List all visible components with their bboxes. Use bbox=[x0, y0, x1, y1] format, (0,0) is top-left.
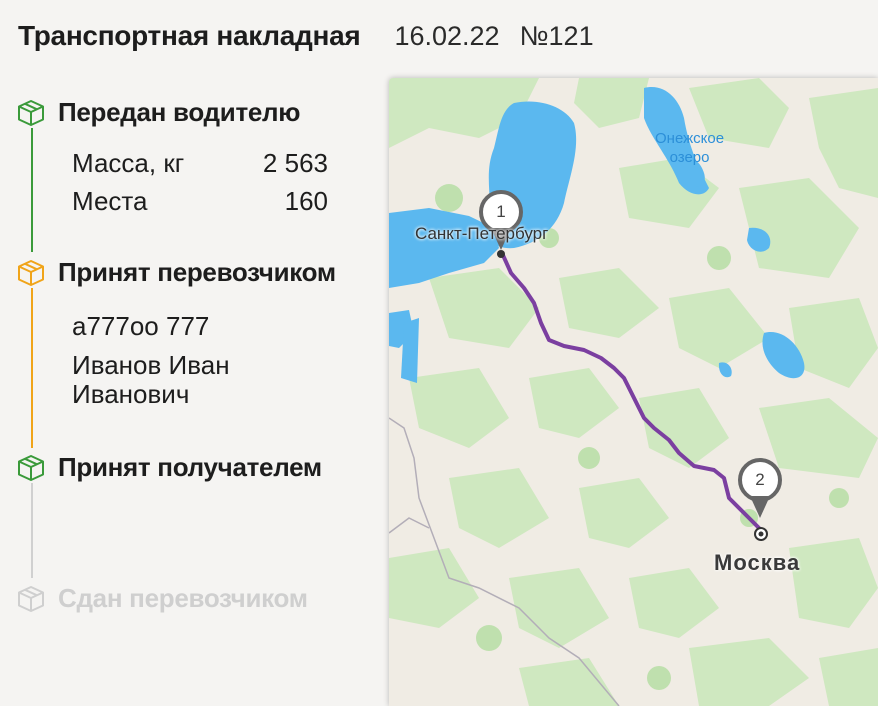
map-canvas bbox=[389, 78, 878, 706]
places-value: 160 bbox=[284, 186, 328, 216]
lake-label: Онежское озеро bbox=[655, 129, 724, 167]
cargo-places-row: Места 160 bbox=[72, 186, 328, 217]
status-label: Передан водителю bbox=[58, 97, 301, 127]
status-label: Принят перевозчиком bbox=[58, 257, 336, 287]
status-step-recipient: Принят получателем bbox=[16, 452, 322, 483]
document-date: 16.02.22 bbox=[394, 21, 500, 51]
carrier-driver-line2: Иванович bbox=[72, 379, 190, 409]
document-number: №121 bbox=[519, 21, 594, 51]
status-step-driver: Передан водителю bbox=[16, 97, 300, 128]
status-label: Сдан перевозчиком bbox=[58, 583, 308, 613]
timeline-line-orange bbox=[31, 288, 33, 448]
city-label-to: Москва bbox=[714, 550, 801, 575]
city-label-from: Санкт-Петербург bbox=[415, 224, 549, 243]
timeline-line-green bbox=[31, 128, 33, 252]
forest-areas bbox=[389, 78, 878, 706]
carrier-plate: а777оо 777 bbox=[72, 311, 210, 341]
status-timeline: Передан водителю Масса, кг 2 563 Места 1… bbox=[0, 0, 380, 706]
route-map[interactable]: Онежское озеро Санкт-Петербург Москва 1 … bbox=[389, 78, 878, 706]
mass-label: Масса, кг bbox=[72, 148, 185, 178]
lake-label-line2: озеро bbox=[669, 149, 710, 166]
cargo-mass-row: Масса, кг 2 563 bbox=[72, 148, 328, 179]
timeline-line-gray bbox=[31, 483, 33, 578]
status-step-returned: Сдан перевозчиком bbox=[16, 583, 308, 614]
status-step-carrier: Принят перевозчиком bbox=[16, 257, 336, 288]
package-icon bbox=[16, 98, 46, 128]
package-icon bbox=[16, 453, 46, 483]
package-icon bbox=[16, 584, 46, 614]
route-marker-end-label: 2 bbox=[755, 470, 765, 489]
carrier-driver-line1: Иванов Иван bbox=[72, 350, 230, 380]
lake-label-line1: Онежское bbox=[655, 130, 725, 147]
status-label: Принят получателем bbox=[58, 452, 322, 482]
package-icon bbox=[16, 258, 46, 288]
route-marker-start-label: 1 bbox=[496, 202, 506, 221]
places-label: Места bbox=[72, 186, 148, 216]
mass-value: 2 563 bbox=[262, 148, 328, 178]
